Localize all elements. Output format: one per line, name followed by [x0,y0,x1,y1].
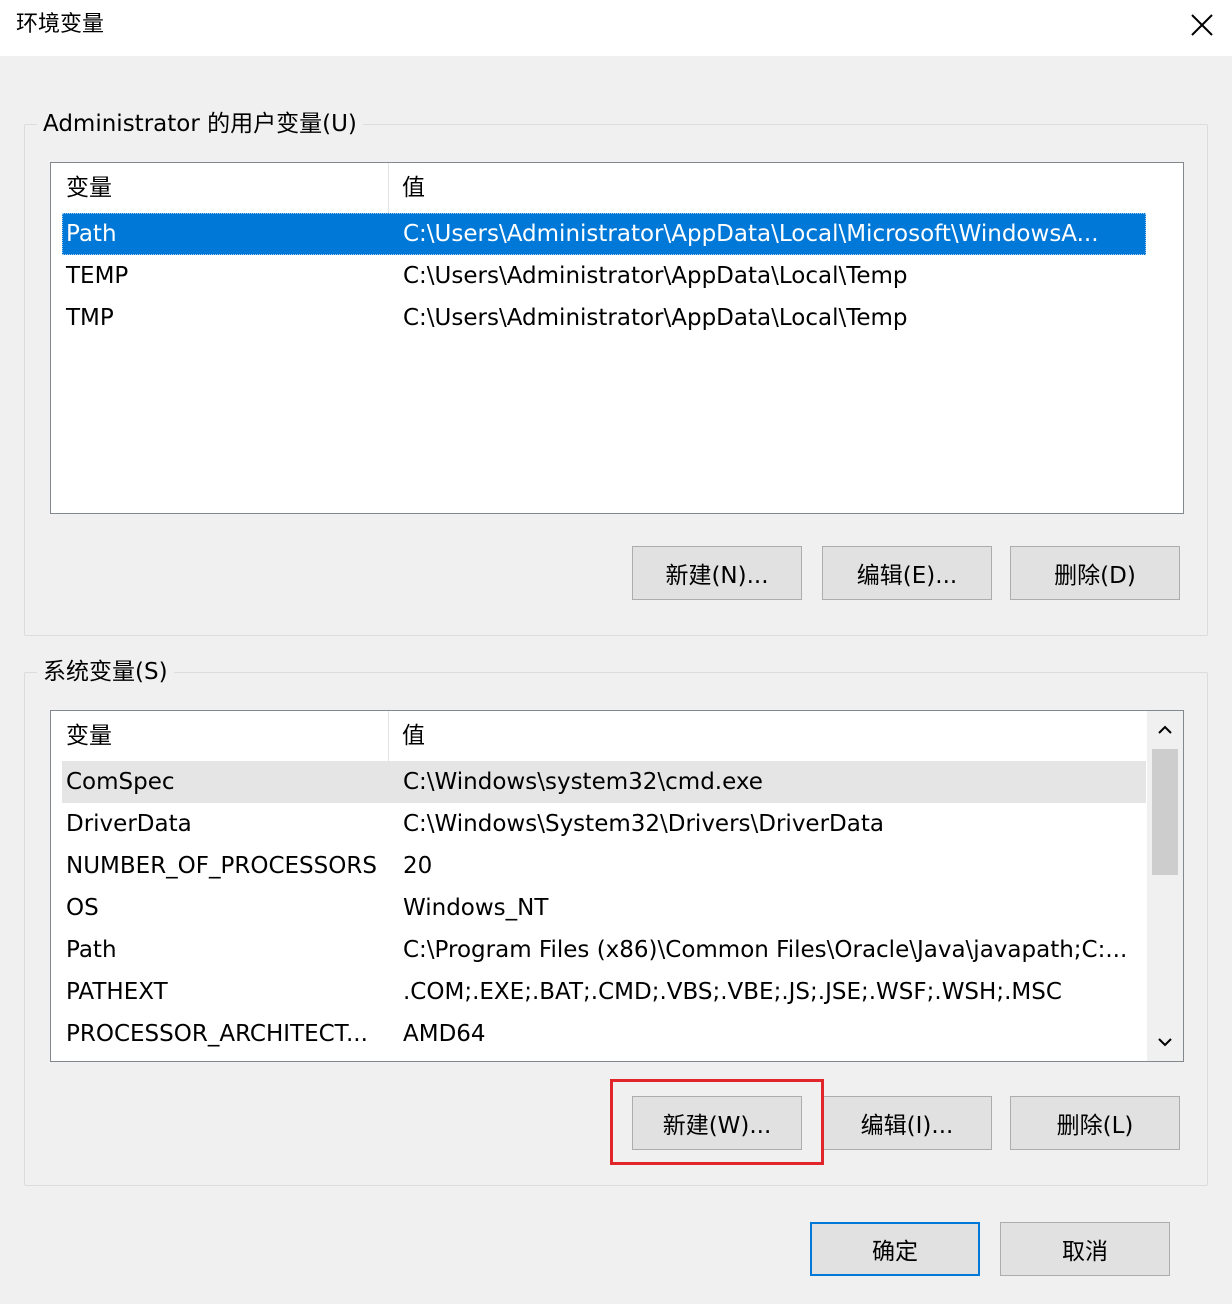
variable-value: C:\Windows\System32\Drivers\DriverData [403,811,884,837]
table-row[interactable]: NUMBER_OF_PROCESSORS 20 [62,845,1146,887]
column-header-variable[interactable]: 变量 [62,711,389,761]
variable-name: OS [66,895,99,921]
variable-value: C:\Users\Administrator\AppData\Local\Tem… [403,305,908,331]
variable-name: TEMP [66,263,129,289]
variable-name: DriverData [66,811,192,837]
scroll-thumb[interactable] [1152,749,1178,875]
column-header-variable[interactable]: 变量 [62,163,389,213]
table-row[interactable]: TMP C:\Users\Administrator\AppData\Local… [62,297,1146,339]
variable-value: AMD64 [403,1021,486,1047]
list-header: 变量 值 [62,163,1146,213]
table-row[interactable]: Path C:\Users\Administrator\AppData\Loca… [62,213,1146,255]
user-edit-button[interactable]: 编辑(E)... [822,546,992,600]
variable-value: C:\Program Files (x86)\Common Files\Orac… [403,937,1128,963]
table-row[interactable]: OS Windows_NT [62,887,1146,929]
chevron-down-icon [1158,1038,1172,1047]
close-button[interactable] [1172,0,1232,50]
window-title: 环境变量 [16,12,105,37]
system-variables-title: 系统变量(S) [37,655,174,689]
user-variables-list[interactable]: 变量 值 Path C:\Users\Administrator\AppData… [50,162,1184,514]
table-row[interactable]: PROCESSOR_ARCHITECT... AMD64 [62,1013,1146,1055]
user-delete-button[interactable]: 删除(D) [1010,546,1180,600]
table-row[interactable]: Path C:\Program Files (x86)\Common Files… [62,929,1146,971]
variable-name: ComSpec [66,769,175,795]
scroll-down-button[interactable] [1147,1023,1183,1061]
variable-value: .COM;.EXE;.BAT;.CMD;.VBS;.VBE;.JS;.JSE;.… [403,979,1062,1005]
cancel-button[interactable]: 取消 [1000,1222,1170,1276]
table-row[interactable]: DriverData C:\Windows\System32\Drivers\D… [62,803,1146,845]
variable-value: Windows_NT [403,895,549,921]
variable-value: 20 [403,853,433,879]
system-edit-button[interactable]: 编辑(I)... [822,1096,992,1150]
variable-name: Path [66,937,117,963]
variable-name: PATHEXT [66,979,168,1005]
annotation-highlight-box [610,1079,824,1165]
scroll-up-button[interactable] [1147,711,1183,749]
system-delete-button[interactable]: 删除(L) [1010,1096,1180,1150]
user-new-button[interactable]: 新建(N)... [632,546,802,600]
ok-button[interactable]: 确定 [810,1222,980,1276]
variable-name: Path [66,221,117,247]
system-variables-rows: ComSpec C:\Windows\system32\cmd.exe Driv… [62,761,1146,1055]
variable-name: TMP [66,305,114,331]
table-row[interactable]: ComSpec C:\Windows\system32\cmd.exe [62,761,1146,803]
variable-value: C:\Users\Administrator\AppData\Local\Tem… [403,263,908,289]
list-header: 变量 值 [62,711,1146,761]
close-icon [1191,14,1213,36]
variable-value: C:\Users\Administrator\AppData\Local\Mic… [403,221,1099,247]
column-header-value[interactable]: 值 [389,711,425,761]
vertical-scrollbar[interactable] [1147,711,1183,1061]
variable-value: C:\Windows\system32\cmd.exe [403,769,763,795]
variable-name: NUMBER_OF_PROCESSORS [66,853,377,879]
variable-name: PROCESSOR_ARCHITECT... [66,1021,368,1047]
table-row[interactable]: TEMP C:\Users\Administrator\AppData\Loca… [62,255,1146,297]
table-row[interactable]: PATHEXT .COM;.EXE;.BAT;.CMD;.VBS;.VBE;.J… [62,971,1146,1013]
system-variables-list[interactable]: 变量 值 ComSpec C:\Windows\system32\cmd.exe… [50,710,1184,1062]
column-header-value[interactable]: 值 [389,163,425,213]
user-variables-title: Administrator 的用户变量(U) [37,107,363,141]
title-bar: 环境变量 [0,0,1232,56]
user-variables-rows: Path C:\Users\Administrator\AppData\Loca… [62,213,1146,339]
chevron-up-icon [1158,725,1172,734]
